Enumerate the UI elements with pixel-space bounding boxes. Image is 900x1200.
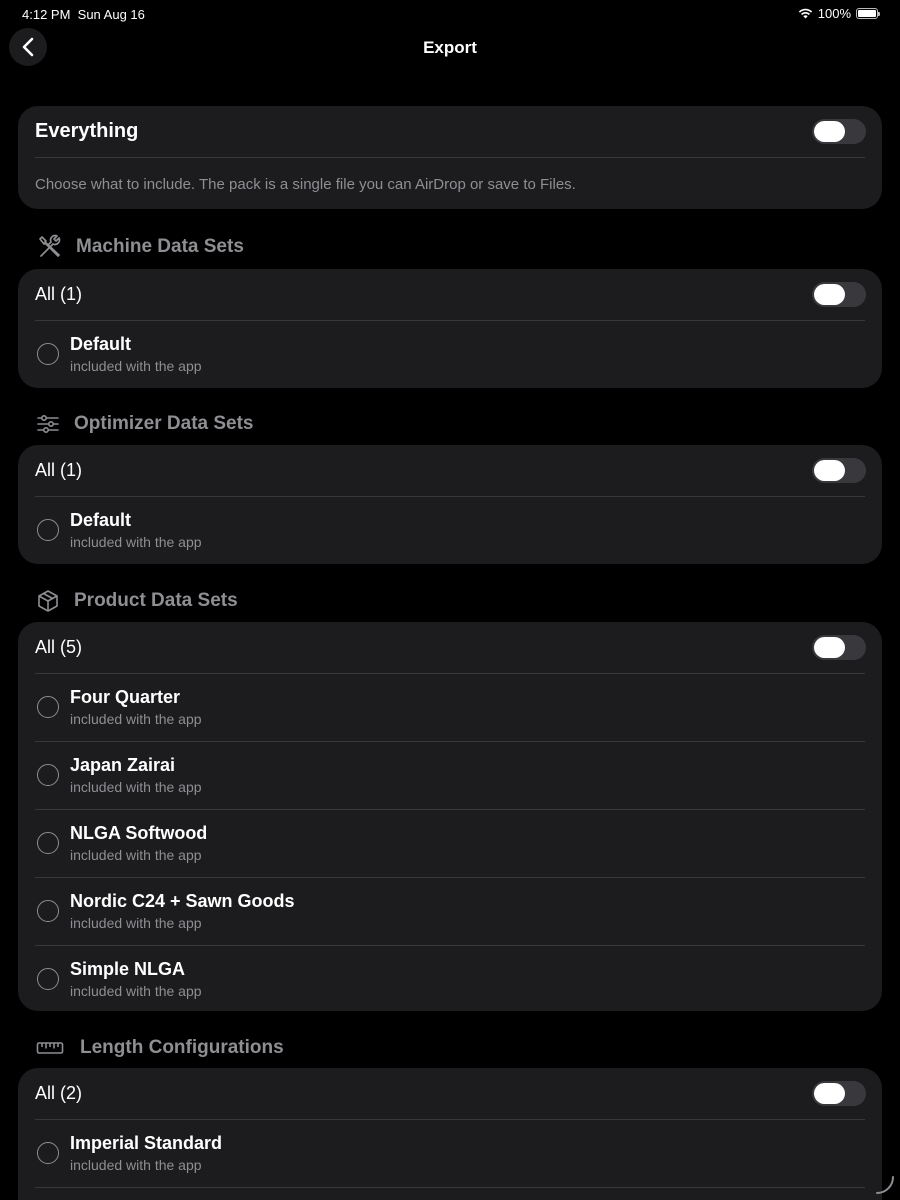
- length-card: All (2) Imperial Standard included with …: [18, 1068, 882, 1200]
- battery-icon: [856, 8, 880, 19]
- all-toggle[interactable]: [812, 282, 866, 307]
- item-subtitle: included with the app: [70, 534, 202, 550]
- everything-card: Everything Choose what to include. The p…: [18, 106, 882, 209]
- item-title: Nordic C24 + Sawn Goods: [70, 891, 295, 911]
- battery-percent: 100%: [817, 6, 851, 21]
- machine-card: All (1) Default included with the app: [18, 269, 882, 388]
- all-row: All (1): [18, 269, 882, 320]
- all-row: All (5): [18, 622, 882, 673]
- item-subtitle: included with the app: [70, 847, 202, 863]
- everything-toggle[interactable]: [812, 119, 866, 144]
- section-header-machine: Machine Data Sets: [36, 232, 244, 262]
- box-icon: [36, 588, 60, 614]
- radio-button[interactable]: [37, 1142, 59, 1164]
- everything-row: Everything: [18, 106, 882, 157]
- radio-button[interactable]: [37, 968, 59, 990]
- divider: [35, 1187, 865, 1188]
- radio-button[interactable]: [37, 696, 59, 718]
- everything-description: Choose what to include. The pack is a si…: [35, 176, 576, 193]
- list-item[interactable]: Japan Zairai included with the app: [18, 742, 882, 809]
- all-toggle[interactable]: [812, 1081, 866, 1106]
- all-toggle[interactable]: [812, 635, 866, 660]
- list-item[interactable]: Imperial Standard included with the app: [18, 1120, 882, 1187]
- tools-icon: [36, 234, 64, 260]
- list-item[interactable]: Simple NLGA included with the app: [18, 946, 882, 1011]
- item-title: Imperial Standard: [70, 1133, 223, 1153]
- ruler-icon: [36, 1035, 64, 1061]
- radio-button[interactable]: [37, 832, 59, 854]
- list-item[interactable]: Four Quarter included with the app: [18, 674, 882, 741]
- all-label: All (5): [35, 637, 83, 657]
- radio-button[interactable]: [37, 900, 59, 922]
- status-bar: 4:12 PM Sun Aug 16 100%: [0, 0, 900, 30]
- list-item[interactable]: Default included with the app: [18, 321, 882, 388]
- all-toggle[interactable]: [812, 458, 866, 483]
- sliders-icon: [36, 411, 60, 437]
- item-subtitle: included with the app: [70, 358, 202, 374]
- all-row: All (2): [18, 1068, 882, 1119]
- wifi-icon: [798, 8, 812, 19]
- all-label: All (1): [35, 460, 83, 480]
- resize-handle-icon[interactable]: [874, 1174, 896, 1196]
- item-subtitle: included with the app: [70, 711, 202, 727]
- optimizer-card: All (1) Default included with the app: [18, 445, 882, 564]
- radio-button[interactable]: [37, 519, 59, 541]
- section-title: Optimizer Data Sets: [74, 413, 254, 434]
- item-subtitle: included with the app: [70, 915, 202, 931]
- radio-button[interactable]: [37, 343, 59, 365]
- everything-label: Everything: [35, 120, 139, 142]
- nav-bar: Export: [0, 28, 900, 68]
- all-label: All (1): [35, 284, 83, 304]
- item-title: Japan Zairai: [70, 755, 176, 775]
- all-label: All (2): [35, 1083, 83, 1103]
- item-title: Default: [70, 510, 132, 530]
- section-header-product: Product Data Sets: [36, 586, 238, 616]
- list-item[interactable]: Default included with the app: [18, 497, 882, 564]
- item-subtitle: included with the app: [70, 983, 202, 999]
- item-title: Four Quarter: [70, 687, 181, 707]
- radio-button[interactable]: [37, 764, 59, 786]
- page-title: Export: [423, 38, 477, 57]
- section-header-optimizer: Optimizer Data Sets: [36, 409, 254, 439]
- section-title: Length Configurations: [80, 1037, 284, 1058]
- section-title: Product Data Sets: [74, 590, 238, 611]
- item-title: Default: [70, 334, 132, 354]
- section-header-length: Length Configurations: [36, 1033, 284, 1063]
- item-subtitle: included with the app: [70, 779, 202, 795]
- all-row: All (1): [18, 445, 882, 496]
- item-title: Simple NLGA: [70, 959, 186, 979]
- list-item[interactable]: Nordic C24 + Sawn Goods included with th…: [18, 878, 882, 945]
- section-title: Machine Data Sets: [76, 236, 244, 257]
- product-card: All (5) Four Quarter included with the a…: [18, 622, 882, 1011]
- list-item[interactable]: NLGA Softwood included with the app: [18, 810, 882, 877]
- item-title: NLGA Softwood: [70, 823, 208, 843]
- item-subtitle: included with the app: [70, 1157, 202, 1173]
- status-right: 100%: [798, 6, 880, 21]
- status-time: 4:12 PM Sun Aug 16: [22, 7, 145, 22]
